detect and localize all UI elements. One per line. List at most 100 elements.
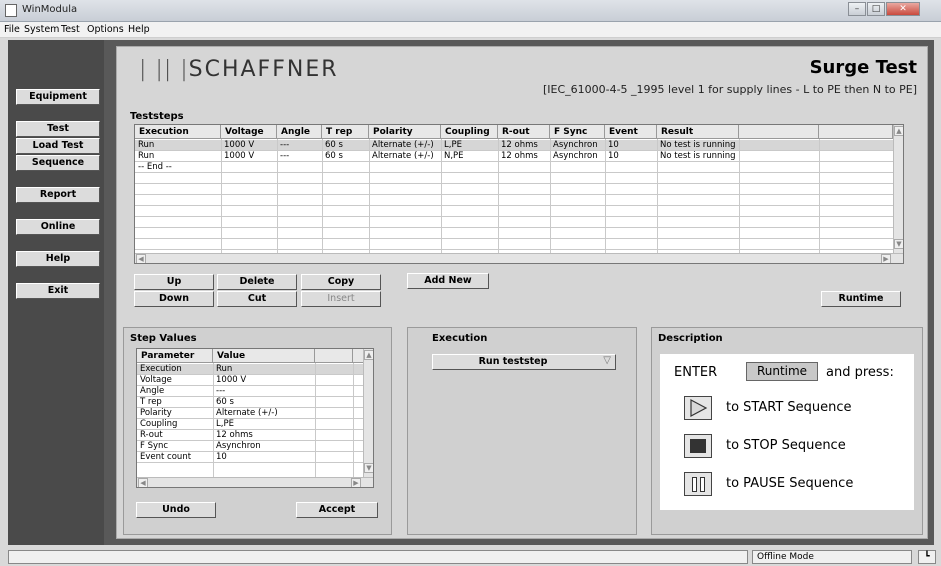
list-item[interactable]: Polarity Alternate (+/-) xyxy=(137,408,363,418)
scroll-up-arrow-icon[interactable]: ▲ xyxy=(364,350,373,360)
execution-panel: Execution Run teststep ▽ xyxy=(407,327,637,535)
scroll-down-arrow-icon[interactable]: ▼ xyxy=(364,463,373,473)
step-values-panel: Step Values Parameter Value Execution Run… xyxy=(123,327,392,535)
sidebar-item-report[interactable]: Report xyxy=(16,187,100,203)
teststeps-panel: Teststeps Execution Voltage Angle T rep … xyxy=(121,107,921,317)
offline-mode-status: Offline Mode xyxy=(752,550,912,564)
status-field xyxy=(8,550,748,564)
list-item[interactable]: Angle --- xyxy=(137,386,363,396)
scroll-down-arrow-icon[interactable]: ▼ xyxy=(894,239,903,249)
and-press-text: and press: xyxy=(826,365,894,380)
menu-bar: File System Test Options Help xyxy=(0,22,941,38)
sidebar-item-test[interactable]: Test xyxy=(16,121,100,137)
step-values-vscrollbar[interactable]: ▲ ▼ xyxy=(363,349,373,477)
col-event-count[interactable]: Event cour xyxy=(605,125,657,151)
col-result[interactable]: Result xyxy=(657,125,739,139)
maximize-button[interactable]: □ xyxy=(867,2,885,16)
col-value[interactable]: Value xyxy=(213,349,315,363)
sidebar-item-equipment[interactable]: Equipment xyxy=(16,89,100,105)
title-bar: WinModula – □ ✕ xyxy=(0,0,941,22)
list-item[interactable]: T rep 60 s xyxy=(137,397,363,407)
down-button[interactable]: Down xyxy=(134,291,214,307)
list-item[interactable]: Voltage 1000 V xyxy=(137,375,363,385)
undo-button[interactable]: Undo xyxy=(136,502,216,518)
teststeps-table[interactable]: Execution Voltage Angle T rep Polarity C… xyxy=(134,124,904,264)
list-item[interactable]: F Sync Asynchron xyxy=(137,441,363,451)
teststeps-vscrollbar[interactable]: ▲ ▼ xyxy=(893,125,903,253)
app-icon xyxy=(5,4,17,17)
table-row-end[interactable]: -- End -- xyxy=(135,162,893,172)
add-new-button[interactable]: Add New xyxy=(407,273,489,289)
teststeps-hscrollbar[interactable]: ◀ ▶ xyxy=(135,253,903,263)
sidebar-item-exit[interactable]: Exit xyxy=(16,283,100,299)
table-row[interactable]: Run 1000 V --- 60 s Alternate (+/-) L,PE… xyxy=(135,140,893,150)
standard-subtitle: [IEC_61000-4-5 _1995 level 1 for supply … xyxy=(542,83,917,96)
menu-options[interactable]: Options xyxy=(87,24,124,35)
schaffner-logo: | || |SCHAFFNER xyxy=(139,57,339,82)
delete-button[interactable]: Delete xyxy=(217,274,297,290)
description-panel: Description ENTER Runtime and press: to … xyxy=(651,327,923,535)
resize-grip-icon[interactable]: ┗ xyxy=(918,550,936,564)
table-header: Execution Voltage Angle T rep Polarity C… xyxy=(135,125,903,151)
col-voltage[interactable]: Voltage xyxy=(221,125,277,139)
menu-test[interactable]: Test xyxy=(61,24,80,35)
scroll-right-arrow-icon[interactable]: ▶ xyxy=(881,254,891,263)
description-box: ENTER Runtime and press: to START Sequen… xyxy=(660,354,914,510)
scroll-left-arrow-icon[interactable]: ◀ xyxy=(136,254,146,263)
sidebar-item-sequence[interactable]: Sequence xyxy=(16,155,100,171)
scroll-right-arrow-icon[interactable]: ▶ xyxy=(351,478,361,487)
pause-text: to PAUSE Sequence xyxy=(726,476,854,491)
minimize-button[interactable]: – xyxy=(848,2,866,16)
accept-button[interactable]: Accept xyxy=(296,502,378,518)
sidebar-item-help[interactable]: Help xyxy=(16,251,100,267)
col-fsync[interactable]: F Sync xyxy=(550,125,605,139)
main-area: | || |SCHAFFNER Surge Test [IEC_61000-4-… xyxy=(104,40,934,545)
sidebar-item-load-test[interactable]: Load Test xyxy=(16,138,100,154)
table-row[interactable]: Run 1000 V --- 60 s Alternate (+/-) N,PE… xyxy=(135,151,893,161)
status-bar: Offline Mode ┗ xyxy=(0,548,941,566)
col-polarity[interactable]: Polarity xyxy=(369,125,441,139)
col-parameter[interactable]: Parameter xyxy=(137,349,213,363)
copy-button[interactable]: Copy xyxy=(301,274,381,290)
table-header: Parameter Value xyxy=(137,349,373,363)
description-title: Description xyxy=(658,333,723,344)
scroll-up-arrow-icon[interactable]: ▲ xyxy=(894,126,903,136)
list-item[interactable]: Coupling L,PE xyxy=(137,419,363,429)
col-angle[interactable]: Angle xyxy=(277,125,322,139)
list-item[interactable]: Execution Run xyxy=(137,364,363,374)
list-item[interactable]: Event count 10 xyxy=(137,452,363,462)
list-item[interactable]: R-out 12 ohms xyxy=(137,430,363,440)
stop-text: to STOP Sequence xyxy=(726,438,846,453)
col-execution[interactable]: Execution xyxy=(135,125,221,139)
col-trep[interactable]: T rep xyxy=(322,125,369,139)
scroll-left-arrow-icon[interactable]: ◀ xyxy=(138,478,148,487)
close-button[interactable]: ✕ xyxy=(886,2,920,16)
window-title: WinModula xyxy=(22,4,78,15)
up-button[interactable]: Up xyxy=(134,274,214,290)
chevron-down-icon: ▽ xyxy=(603,355,611,366)
step-values-table[interactable]: Parameter Value Execution Run Voltage 1000… xyxy=(136,348,374,488)
play-icon xyxy=(684,396,712,420)
enter-text: ENTER xyxy=(674,365,718,380)
menu-file[interactable]: File xyxy=(4,24,20,35)
step-values-hscrollbar[interactable]: ◀ ▶ xyxy=(137,477,373,487)
runtime-button[interactable]: Runtime xyxy=(821,291,901,307)
col-extra-1[interactable] xyxy=(739,125,819,139)
insert-button[interactable]: Insert xyxy=(301,291,381,307)
menu-system[interactable]: System xyxy=(24,24,59,35)
execution-dropdown[interactable]: Run teststep ▽ xyxy=(432,354,616,370)
pause-icon xyxy=(684,472,712,496)
cut-button[interactable]: Cut xyxy=(217,291,297,307)
col-extra-2[interactable] xyxy=(819,125,893,139)
runtime-indicator: Runtime xyxy=(746,362,818,381)
execution-dropdown-value: Run teststep xyxy=(478,356,548,367)
stop-icon xyxy=(684,434,712,458)
page-title: Surge Test xyxy=(809,57,917,78)
sidebar: Equipment Test Load Test Sequence Report… xyxy=(8,40,104,545)
execution-title: Execution xyxy=(432,333,488,344)
menu-help[interactable]: Help xyxy=(128,24,150,35)
sidebar-item-online[interactable]: Online xyxy=(16,219,100,235)
col-extra-1[interactable] xyxy=(315,349,353,363)
col-coupling[interactable]: Coupling xyxy=(441,125,498,139)
col-rout[interactable]: R-out xyxy=(498,125,550,139)
